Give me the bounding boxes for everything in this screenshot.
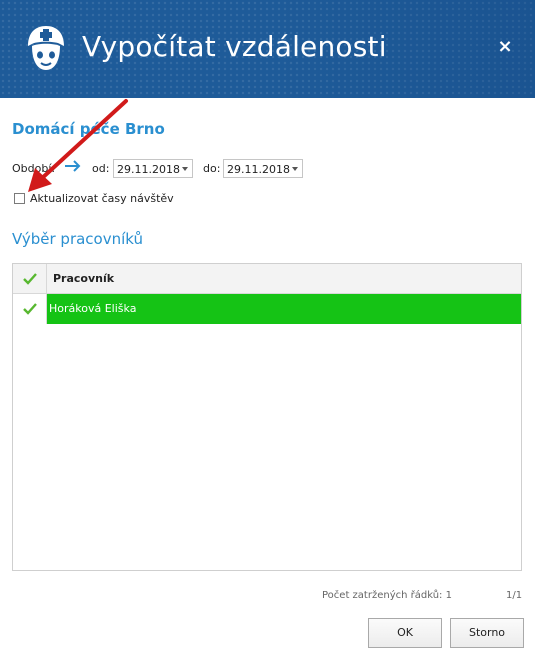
date-from-field[interactable]: 29.11.2018 — [113, 159, 193, 178]
checked-rows-count: Počet zatržených řádků: 1 — [322, 590, 452, 601]
nurse-icon — [28, 26, 64, 70]
table-row[interactable]: Horáková Eliška — [13, 294, 521, 324]
date-to-value: 29.11.2018 — [227, 163, 290, 176]
organization-name: Domácí péče Brno — [12, 120, 165, 138]
arrow-right-icon — [65, 160, 81, 172]
chevron-down-icon[interactable] — [178, 160, 192, 177]
ok-button[interactable]: OK — [368, 618, 442, 648]
window-title: Vypočítat vzdálenosti — [82, 30, 387, 63]
period-label: Období: — [12, 162, 56, 175]
column-header-worker[interactable]: Pracovník — [53, 272, 114, 285]
close-icon[interactable]: × — [496, 38, 514, 56]
cancel-button[interactable]: Storno — [450, 618, 524, 648]
chevron-down-icon[interactable] — [288, 160, 302, 177]
date-to-field[interactable]: 29.11.2018 — [223, 159, 303, 178]
update-visits-checkbox[interactable] — [14, 193, 25, 204]
date-to-label: do: — [203, 162, 221, 175]
update-visits-label: Aktualizovat časy návštěv — [30, 192, 174, 205]
date-from-label: od: — [92, 162, 110, 175]
workers-table: Pracovník Horáková Eliška — [12, 263, 522, 571]
checkmark-icon — [23, 303, 37, 315]
workers-section-title: Výběr pracovníků — [12, 230, 144, 248]
row-checkbox[interactable] — [13, 294, 47, 324]
table-header: Pracovník — [13, 264, 521, 294]
checkmark-icon — [23, 273, 37, 285]
date-from-value: 29.11.2018 — [117, 163, 180, 176]
page-indicator: 1/1 — [506, 590, 523, 601]
select-all-column[interactable] — [13, 264, 47, 293]
worker-name-cell[interactable]: Horáková Eliška — [47, 294, 521, 324]
